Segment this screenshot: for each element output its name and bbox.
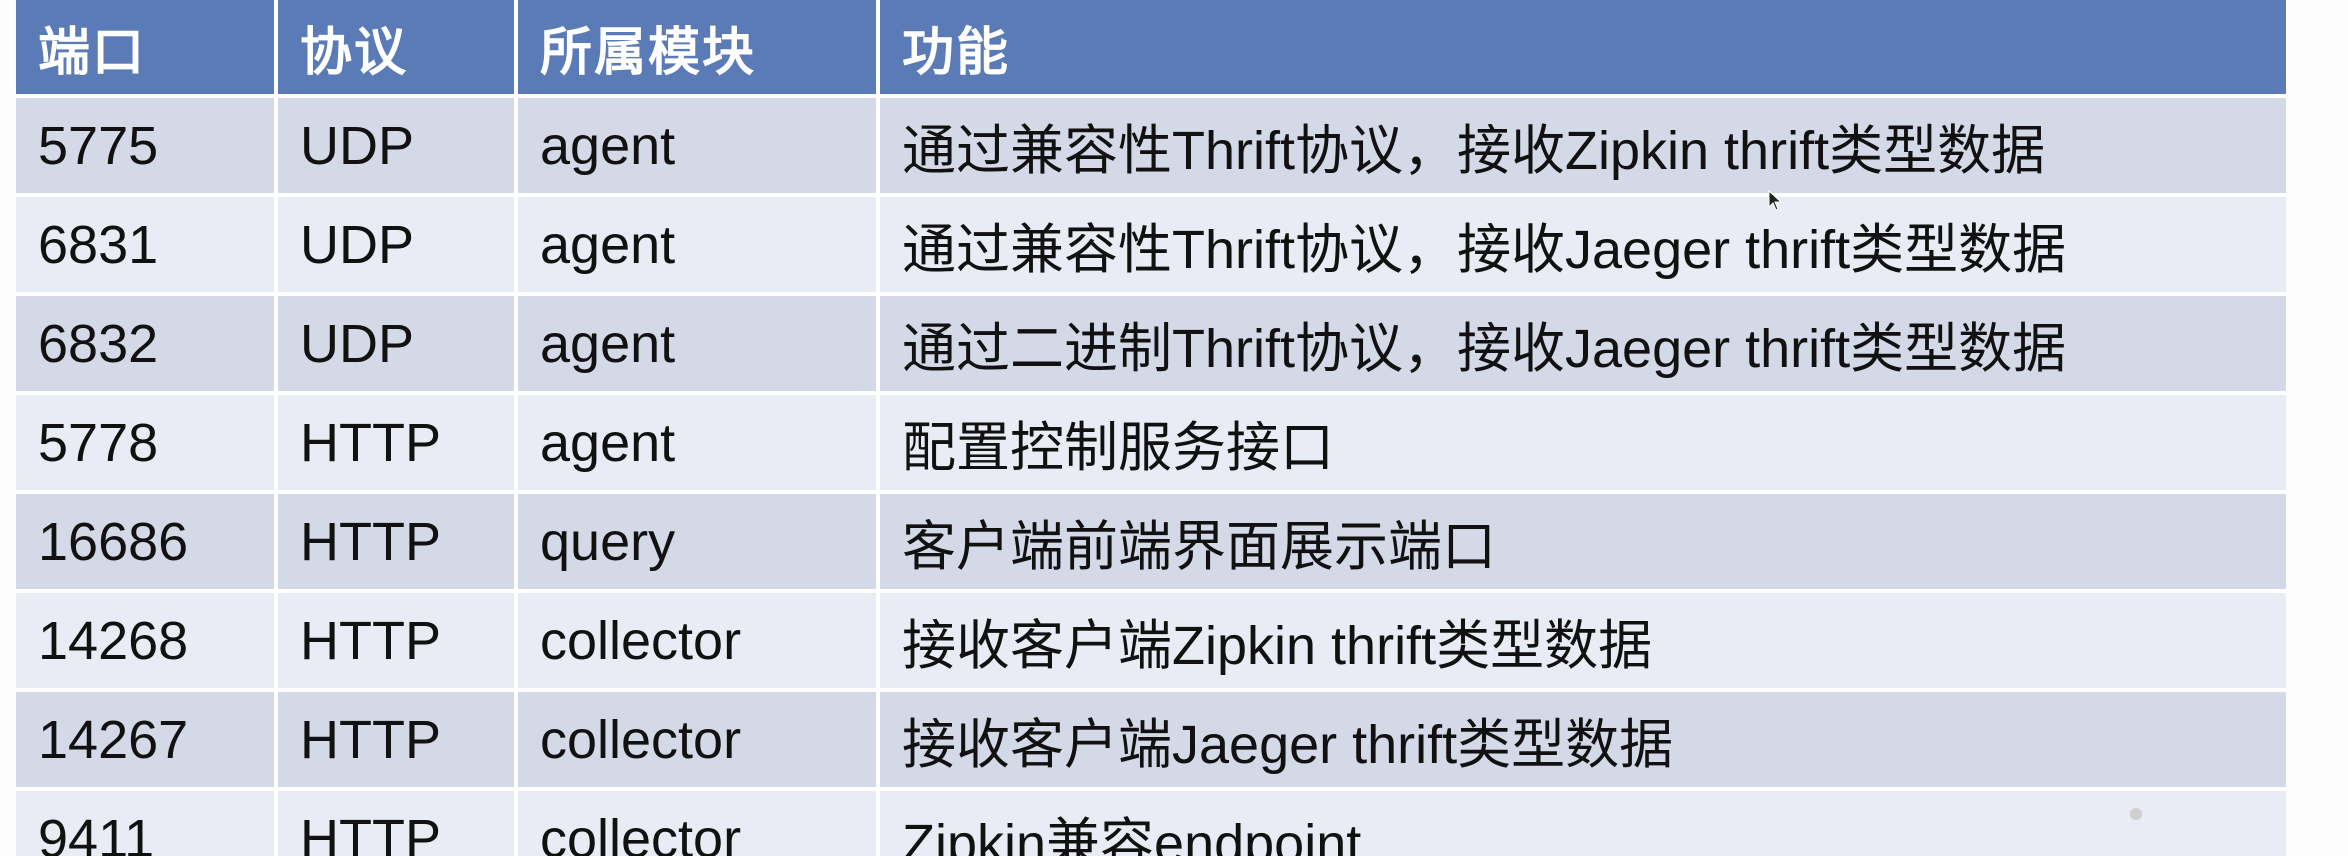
cell-port: 14267 — [16, 690, 278, 791]
slide: 端口 协议 所属模块 功能 5775 UDP agent 通过兼容性Thrift… — [0, 0, 2348, 856]
cell-port: 16686 — [16, 492, 278, 593]
table-row: 9411 HTTP collector Zipkin兼容endpoint — [16, 789, 2286, 856]
cell-function: 接收客户端Jaeger thrift类型数据 — [878, 690, 2286, 791]
cell-function: Zipkin兼容endpoint — [878, 789, 2286, 856]
cell-port: 6831 — [16, 195, 278, 296]
cell-port: 14268 — [16, 591, 278, 692]
cell-port: 9411 — [16, 789, 278, 856]
cell-module: agent — [516, 393, 880, 494]
ports-table: 端口 协议 所属模块 功能 5775 UDP agent 通过兼容性Thrift… — [16, 0, 2286, 856]
cell-protocol: HTTP — [276, 690, 518, 791]
cell-function: 客户端前端界面展示端口 — [878, 492, 2286, 593]
table-row: 14268 HTTP collector 接收客户端Zipkin thrift类… — [16, 591, 2286, 692]
cell-module: agent — [516, 294, 880, 395]
cell-protocol: UDP — [276, 294, 518, 395]
cell-protocol: HTTP — [276, 789, 518, 856]
slide-margin — [2286, 0, 2348, 856]
cell-module: collector — [516, 789, 880, 856]
cell-function: 配置控制服务接口 — [878, 393, 2286, 494]
cell-function: 通过兼容性Thrift协议，接收Zipkin thrift类型数据 — [878, 96, 2286, 197]
header-module: 所属模块 — [516, 0, 880, 98]
cell-module: agent — [516, 96, 880, 197]
table-row: 6831 UDP agent 通过兼容性Thrift协议，接收Jaeger th… — [16, 195, 2286, 296]
header-function: 功能 — [878, 0, 2286, 98]
cell-protocol: HTTP — [276, 591, 518, 692]
cell-module: collector — [516, 690, 880, 791]
cell-module: collector — [516, 591, 880, 692]
cell-protocol: HTTP — [276, 492, 518, 593]
table-row: 5778 HTTP agent 配置控制服务接口 — [16, 393, 2286, 494]
mouse-pointer-icon — [1768, 190, 1783, 211]
cell-module: agent — [516, 195, 880, 296]
table-row: 6832 UDP agent 通过二进制Thrift协议，接收Jaeger th… — [16, 294, 2286, 395]
header-port: 端口 — [16, 0, 278, 98]
cell-protocol: UDP — [276, 195, 518, 296]
cell-function: 接收客户端Zipkin thrift类型数据 — [878, 591, 2286, 692]
cell-function: 通过兼容性Thrift协议，接收Jaeger thrift类型数据 — [878, 195, 2286, 296]
cell-function: 通过二进制Thrift协议，接收Jaeger thrift类型数据 — [878, 294, 2286, 395]
header-protocol: 协议 — [276, 0, 518, 98]
cell-port: 6832 — [16, 294, 278, 395]
cell-module: query — [516, 492, 880, 593]
loading-dot-icon — [2130, 808, 2142, 820]
cell-protocol: UDP — [276, 96, 518, 197]
cell-port: 5778 — [16, 393, 278, 494]
table-header-row: 端口 协议 所属模块 功能 — [16, 0, 2286, 98]
table-row: 16686 HTTP query 客户端前端界面展示端口 — [16, 492, 2286, 593]
table-row: 14267 HTTP collector 接收客户端Jaeger thrift类… — [16, 690, 2286, 791]
table-row: 5775 UDP agent 通过兼容性Thrift协议，接收Zipkin th… — [16, 96, 2286, 197]
cell-protocol: HTTP — [276, 393, 518, 494]
cell-port: 5775 — [16, 96, 278, 197]
